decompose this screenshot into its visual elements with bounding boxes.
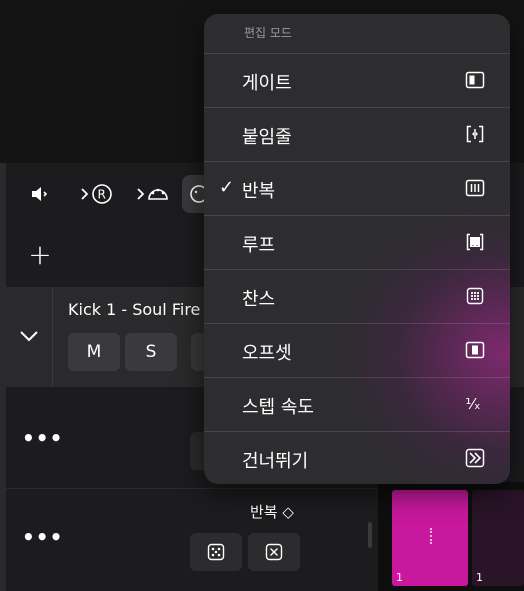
menu-item-offset[interactable]: 오프셋 <box>204 323 510 377</box>
row-scroll-handle[interactable] <box>368 522 372 548</box>
mute-button[interactable]: M <box>68 333 120 371</box>
menu-item-label: 게이트 <box>242 73 292 94</box>
row-more-button[interactable]: ••• <box>22 426 63 450</box>
checkmark-icon: ✓ <box>219 177 235 198</box>
randomize-button[interactable] <box>190 533 242 571</box>
menu-item-label: 찬스 <box>242 289 276 310</box>
row-mode-label[interactable]: 반복 ◇ <box>250 501 294 522</box>
midi-icon[interactable] <box>132 163 176 225</box>
step-handle-icon <box>430 528 434 544</box>
menu-item-label: 붙임줄 <box>242 127 292 148</box>
menu-header: 편집 모드 <box>244 26 292 40</box>
repeat-icon <box>464 177 486 199</box>
solo-button[interactable]: S <box>125 333 177 371</box>
speaker-icon[interactable] <box>22 163 58 225</box>
step-number: 1 <box>396 571 403 584</box>
menu-item-gate[interactable]: 게이트 <box>204 53 510 107</box>
chevron-down-icon <box>20 331 38 342</box>
menu-item-label: 건너뛰기 <box>242 451 309 472</box>
track-name: Kick 1 - Soul Fire <box>68 300 201 319</box>
step-cell[interactable]: 1 <box>392 490 468 586</box>
offset-icon <box>464 339 486 361</box>
edit-mode-menu: 편집 모드 게이트 붙임줄 ✓ 반복 루프 찬스 오프셋 스텝 속도 ¹⁄ₓ 건… <box>204 14 510 484</box>
clear-button[interactable] <box>248 533 300 571</box>
gate-icon <box>464 69 486 91</box>
skip-icon <box>464 447 486 469</box>
expand-track-button[interactable] <box>6 287 53 387</box>
dice-icon <box>207 543 225 561</box>
chance-icon <box>464 285 486 307</box>
menu-item-chance[interactable]: 찬스 <box>204 269 510 323</box>
svg-text:R: R <box>98 188 106 202</box>
step-cell[interactable]: 1 <box>472 490 524 586</box>
row-more-button[interactable]: ••• <box>22 525 63 549</box>
loop-icon <box>464 231 486 253</box>
menu-item-label: 루프 <box>242 235 276 256</box>
menu-item-repeat[interactable]: ✓ 반복 <box>204 161 510 215</box>
menu-item-label: 오프셋 <box>242 343 292 364</box>
menu-item-loop[interactable]: 루프 <box>204 215 510 269</box>
record-arm-icon[interactable]: R <box>76 163 120 225</box>
step-number: 1 <box>476 571 483 584</box>
menu-item-step-rate[interactable]: 스텝 속도 ¹⁄ₓ <box>204 377 510 431</box>
menu-item-label: 반복 <box>242 181 276 202</box>
menu-item-label: 스텝 속도 <box>242 397 314 418</box>
menu-item-tie[interactable]: 붙임줄 <box>204 107 510 161</box>
step-rate-icon: ¹⁄ₓ <box>465 395 481 413</box>
menu-item-skip[interactable]: 건너뛰기 <box>204 431 510 484</box>
clear-icon <box>265 543 283 561</box>
tie-icon <box>464 123 486 145</box>
add-track-button[interactable]: + <box>22 237 58 273</box>
